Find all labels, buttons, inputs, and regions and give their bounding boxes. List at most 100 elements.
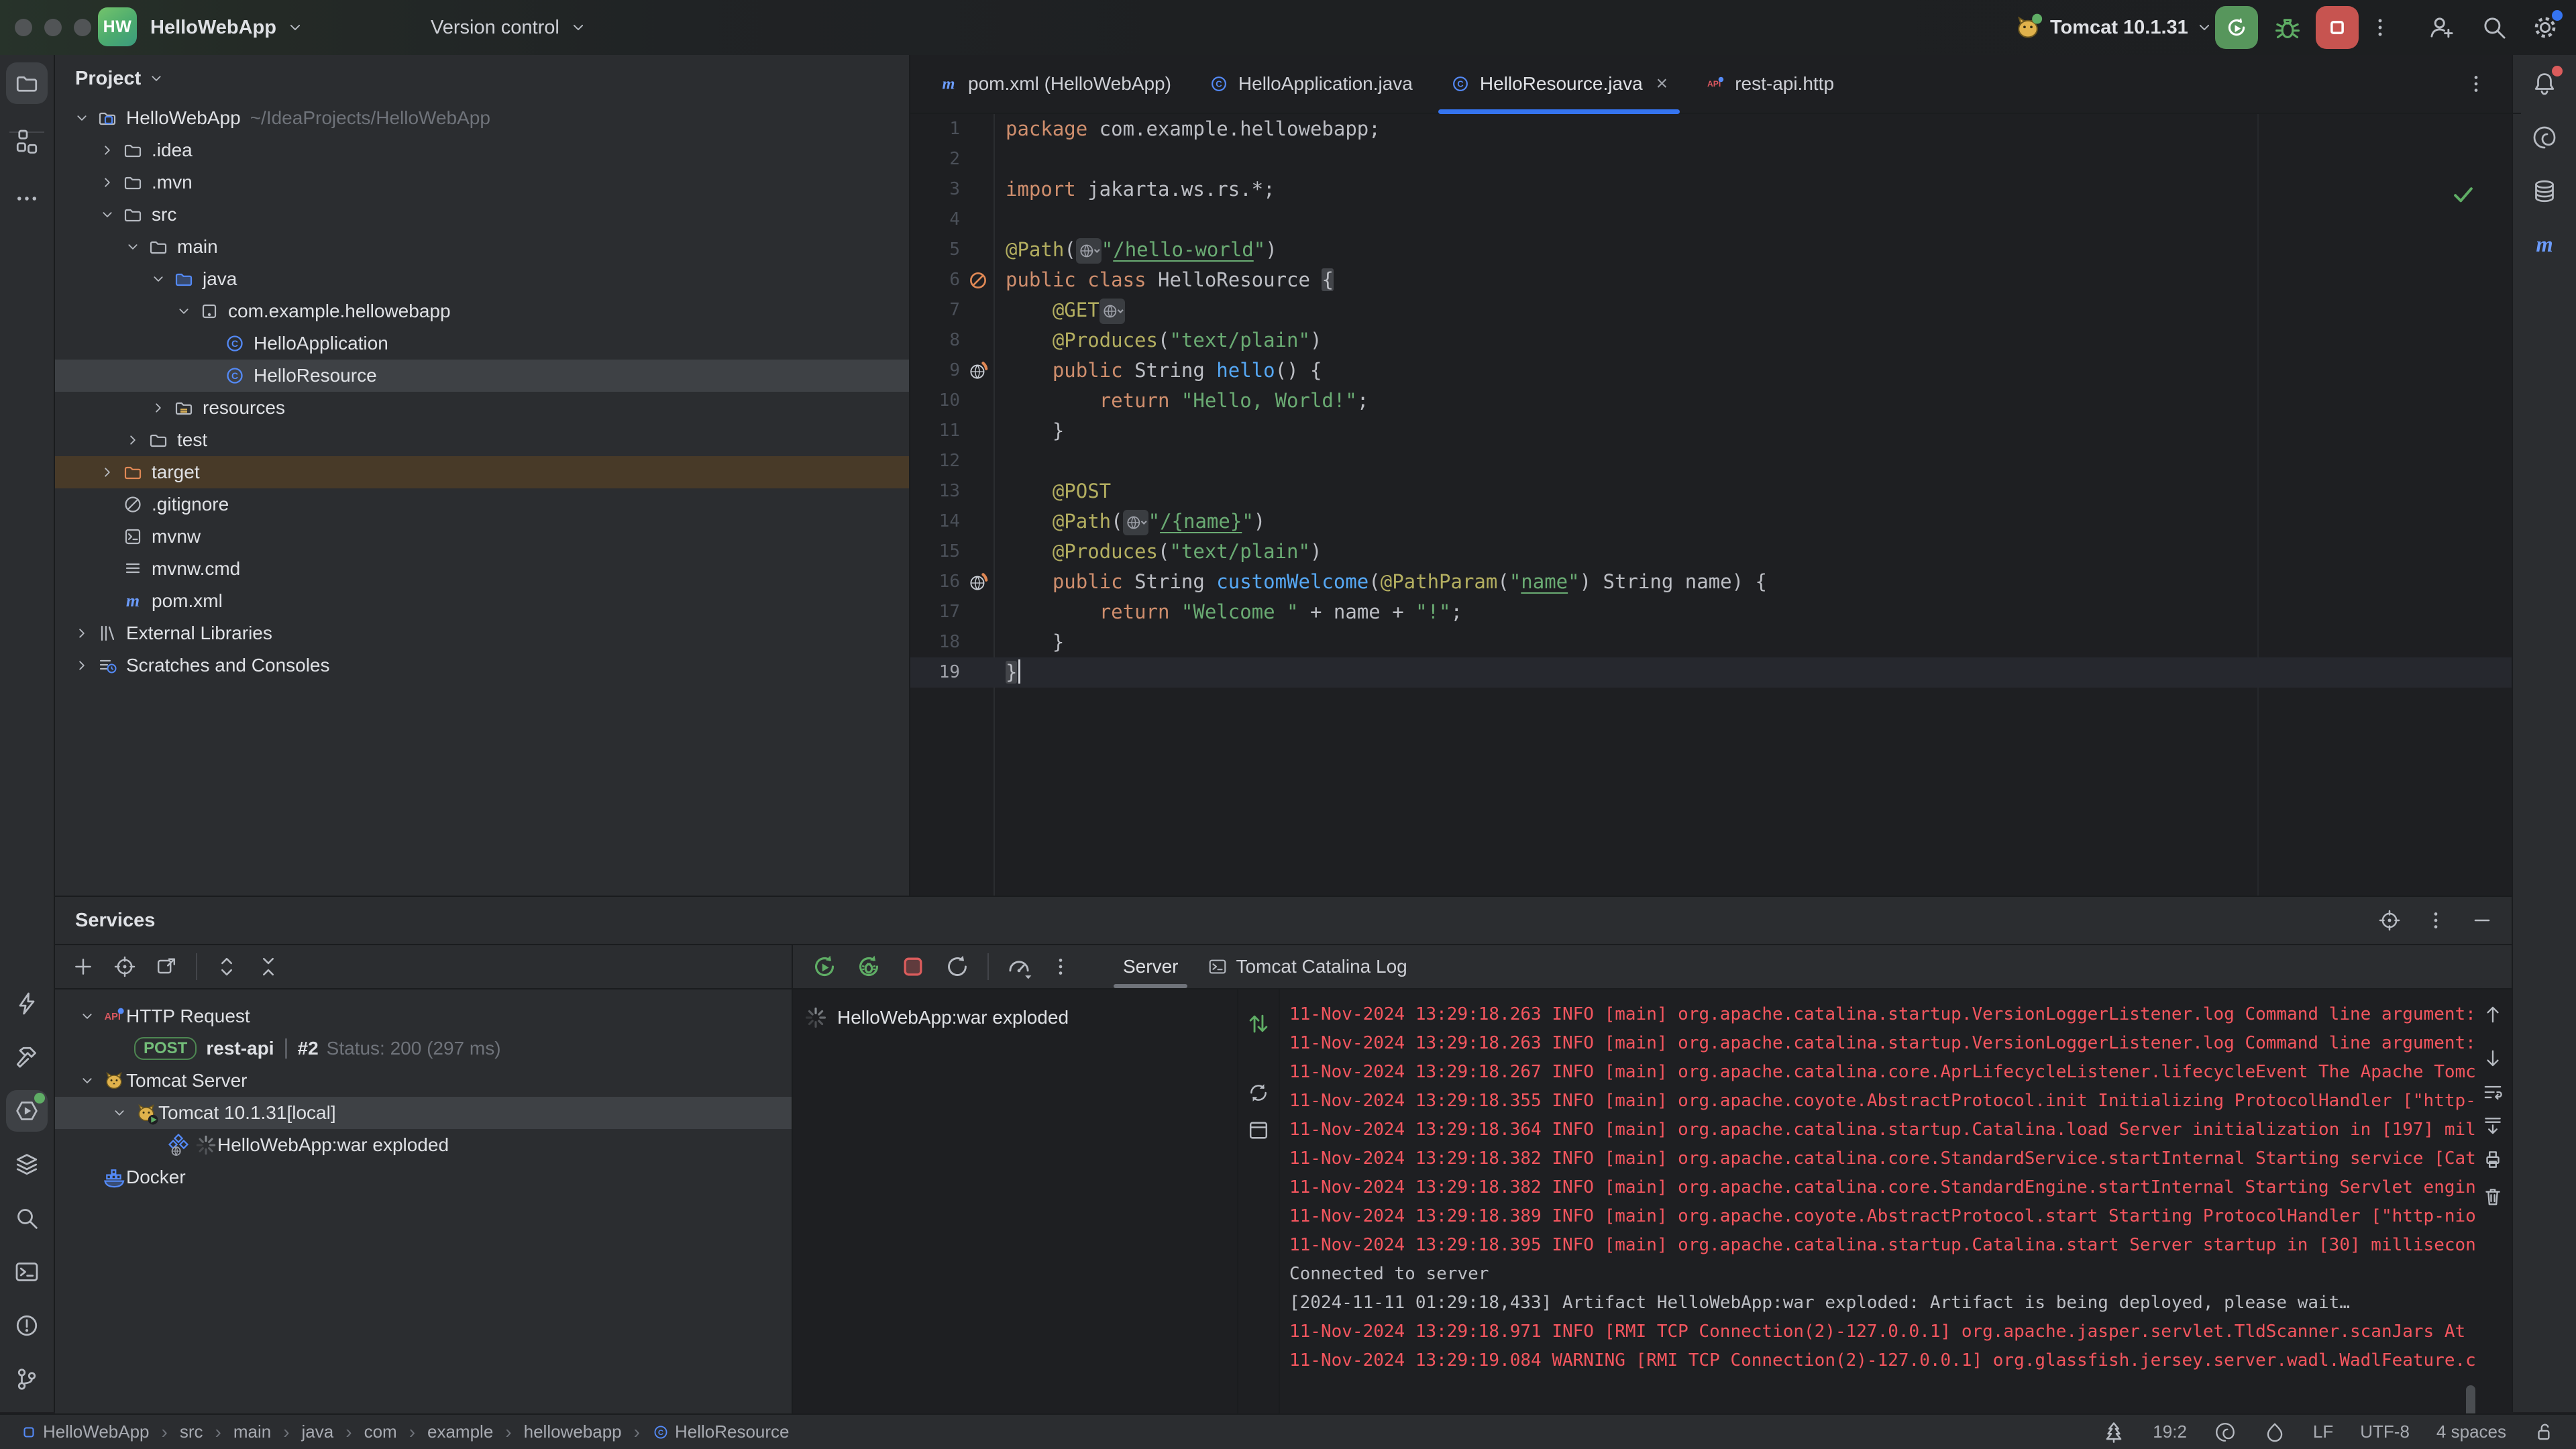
project-tree-item-helloresource[interactable]: CHelloResource [55, 360, 909, 392]
code-with-me-button[interactable] [2420, 6, 2463, 49]
project-logo[interactable]: HW [98, 7, 137, 46]
project-tree-item-mvnw[interactable]: mvnw [55, 521, 909, 553]
project-tree-item--mvn[interactable]: .mvn [55, 166, 909, 199]
hide-panel-button[interactable] [2470, 908, 2494, 932]
project-tree-item-test[interactable]: test [55, 424, 909, 456]
tool-stripe-terminal[interactable] [6, 1251, 48, 1293]
deploy-arrows-icon[interactable] [1246, 1011, 1271, 1036]
tool-stripe-ai-assistant[interactable] [2524, 117, 2565, 158]
project-tree-item-mvnw-cmd[interactable]: mvnw.cmd [55, 553, 909, 585]
encoding-widget[interactable]: UTF-8 [2360, 1421, 2410, 1442]
chevron-down-icon[interactable] [105, 1104, 134, 1122]
chevron-down-icon[interactable] [118, 238, 148, 256]
vcs-widget[interactable]: Version control [431, 0, 588, 55]
tool-stripe-structure[interactable] [6, 120, 48, 162]
tool-stripe-database[interactable] [2524, 170, 2565, 212]
project-tree-item-java[interactable]: java [55, 263, 909, 295]
tool-stripe-problems[interactable] [6, 1305, 48, 1346]
show-console-icon[interactable] [1246, 1118, 1271, 1142]
inferred-root-globe-icon[interactable] [1123, 510, 1148, 535]
print-icon[interactable] [2481, 1148, 2504, 1171]
project-panel-header[interactable]: Project [55, 55, 909, 102]
stop-server-button[interactable] [899, 953, 927, 981]
project-tree-item-target[interactable]: target [55, 456, 909, 488]
breadcrumb-item-main[interactable]: main [233, 1421, 271, 1442]
editor-tab-helloresource-java[interactable]: CHelloResource.java× [1432, 55, 1686, 113]
chevron-down-icon[interactable] [93, 206, 122, 223]
breadcrumb-item-src[interactable]: src [180, 1421, 203, 1442]
add-service-button[interactable] [71, 955, 95, 979]
project-tree-item-main[interactable]: main [55, 231, 909, 263]
resource-slash-gutter-icon[interactable] [967, 269, 989, 292]
tool-stripe-build[interactable] [6, 1036, 48, 1078]
deployment-item[interactable]: HelloWebApp:war exploded [793, 1002, 1237, 1034]
tool-stripe-version-control[interactable] [6, 1358, 48, 1400]
breadcrumb-item-hellowebapp[interactable]: HelloWebApp [20, 1421, 150, 1442]
stop-button[interactable] [2316, 6, 2359, 49]
service-item-tomcat-server[interactable]: Tomcat Server [55, 1065, 792, 1097]
tool-stripe-more-tool-windows[interactable] [6, 178, 48, 219]
project-tree-item-scratches-and-consoles[interactable]: Scratches and Consoles [55, 649, 909, 682]
chevron-right-icon[interactable] [67, 657, 97, 674]
tool-stripe-project[interactable] [6, 62, 48, 104]
chevron-right-icon[interactable] [93, 174, 122, 191]
service-item-http-request[interactable]: APIHTTP Request [55, 1000, 792, 1032]
run-config-widget[interactable]: Tomcat 10.1.31 [2012, 0, 2214, 55]
chevron-down-icon[interactable] [72, 1008, 102, 1025]
endpoint-gutter-icon[interactable] [967, 360, 989, 382]
tool-stripe-services[interactable] [6, 1090, 48, 1132]
project-tree-item-hellowebapp[interactable]: HelloWebApp~/IdeaProjects/HelloWebApp [55, 102, 909, 134]
project-tree-item--gitignore[interactable]: .gitignore [55, 488, 909, 521]
close-icon[interactable]: × [1656, 72, 1668, 95]
project-tree-item-external-libraries[interactable]: External Libraries [55, 617, 909, 649]
line-column-widget[interactable]: 19:2 [2153, 1421, 2187, 1442]
inferred-root-globe-icon[interactable] [1076, 238, 1102, 264]
project-widget[interactable]: HelloWebApp [150, 0, 305, 55]
chevron-right-icon[interactable] [118, 431, 148, 449]
project-tree-item--idea[interactable]: .idea [55, 134, 909, 166]
lock-icon[interactable] [2533, 1421, 2556, 1444]
inferred-root-globe-icon[interactable] [1099, 299, 1125, 324]
console-tab-tomcat-catalina-log[interactable]: Tomcat Catalina Log [1193, 945, 1421, 988]
tool-stripe-find[interactable] [6, 1197, 48, 1239]
chevron-down-icon[interactable] [67, 109, 97, 127]
breadcrumb-item-hellowebapp[interactable]: hellowebapp [524, 1421, 622, 1442]
chevron-down-icon[interactable] [72, 1072, 102, 1089]
editor-tab-helloapplication-java[interactable]: CHelloApplication.java [1190, 55, 1432, 113]
ai-status-icon[interactable] [2214, 1421, 2237, 1444]
next-message-icon[interactable] [2481, 1047, 2504, 1070]
debug-button[interactable] [2266, 6, 2309, 49]
breadcrumb-item-java[interactable]: java [302, 1421, 334, 1442]
code-area[interactable]: 1package com.example.hellowebapp;23impor… [910, 114, 2512, 896]
chevron-right-icon[interactable] [93, 464, 122, 481]
breadcrumb-item-helloresource[interactable]: CHelloResource [652, 1421, 790, 1442]
server-log[interactable]: 11-Nov-2024 13:29:18.263 INFO [main] org… [1280, 989, 2512, 1413]
settings-button[interactable] [2524, 6, 2567, 49]
collapse-all-button[interactable] [256, 955, 280, 979]
indent-widget[interactable]: 4 spaces [2436, 1421, 2506, 1442]
console-tab-server[interactable]: Server [1108, 945, 1193, 988]
editor-tab-rest-api-http[interactable]: APIrest-api.http [1686, 55, 1853, 113]
window-close-button[interactable] [15, 19, 32, 36]
inspections-status-icon[interactable] [2450, 181, 2477, 208]
refresh-icon[interactable] [1246, 1081, 1271, 1105]
expand-all-button[interactable] [215, 955, 239, 979]
view-options-button[interactable] [113, 955, 137, 979]
window-zoom-button[interactable] [74, 19, 91, 36]
locate-icon[interactable] [2377, 908, 2402, 932]
project-tree-item-com-example-hellowebapp[interactable]: com.example.hellowebapp [55, 295, 909, 327]
services-options-button[interactable] [2424, 909, 2447, 932]
console-options-button[interactable] [1049, 955, 1072, 978]
scroll-to-end-icon[interactable] [2481, 1114, 2504, 1137]
open-in-new-tab-button[interactable] [154, 955, 178, 979]
profiler-button[interactable] [1005, 953, 1033, 981]
rerun-button[interactable] [2215, 6, 2258, 49]
project-tree-item-helloapplication[interactable]: CHelloApplication [55, 327, 909, 360]
chevron-right-icon[interactable] [144, 399, 173, 417]
editor-tab-options-button[interactable] [2461, 68, 2491, 99]
prev-message-icon[interactable] [2481, 1003, 2504, 1026]
breadcrumb-item-com[interactable]: com [364, 1421, 397, 1442]
rerun-server-button[interactable] [810, 953, 839, 981]
tool-stripe-maven[interactable]: m [2524, 224, 2565, 266]
breadcrumb-item-example[interactable]: example [427, 1421, 493, 1442]
